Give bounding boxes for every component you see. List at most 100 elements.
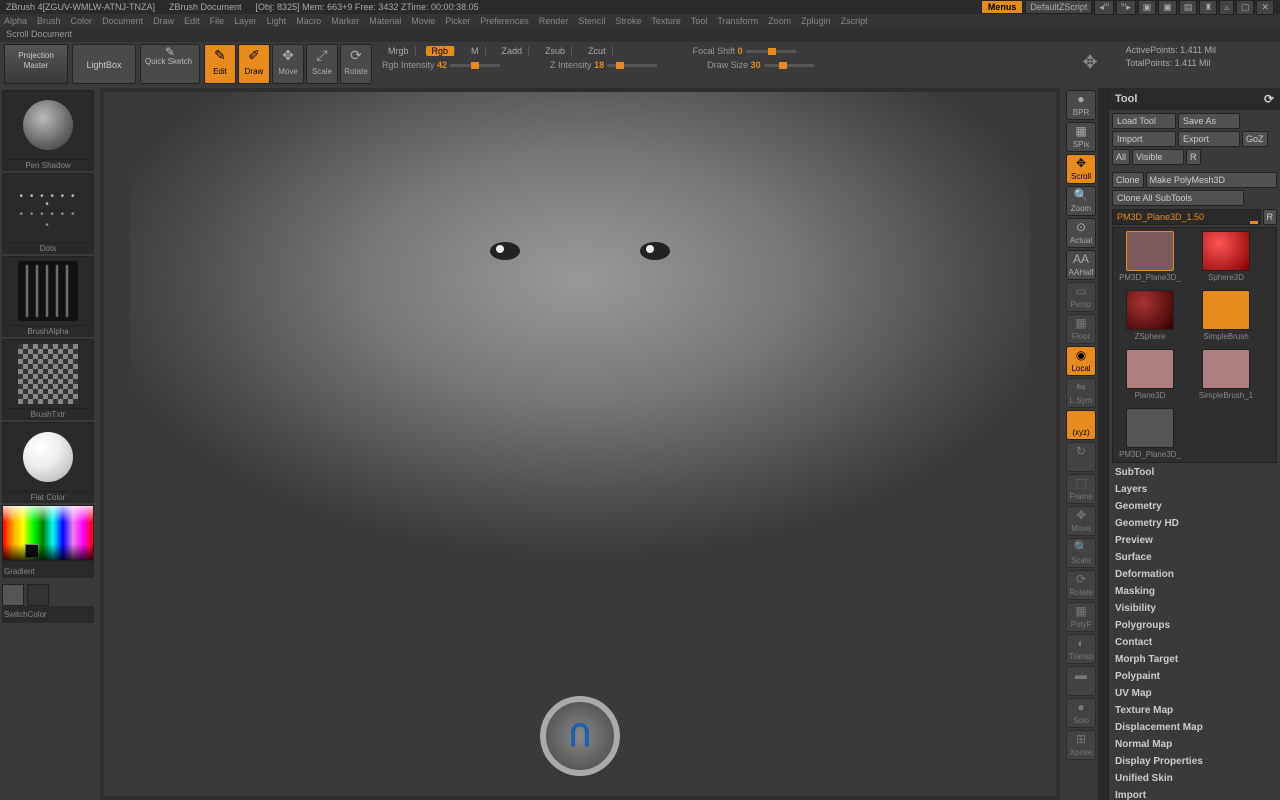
canvas[interactable]: ᑎ — [100, 88, 1060, 800]
focal-shift-slider[interactable]: Focal Shift 0 — [693, 46, 796, 56]
menu-movie[interactable]: Movie — [411, 16, 435, 26]
export-button[interactable]: Export — [1178, 131, 1240, 147]
clone-all-button[interactable]: Clone All SubTools — [1112, 190, 1244, 206]
tool-r-button[interactable]: R — [1263, 209, 1278, 225]
switchcolor-button[interactable]: SwitchColor — [2, 606, 94, 623]
rshelf-aahalf-button[interactable]: AAAAHalf — [1066, 250, 1096, 280]
quick-sketch-button[interactable]: Quick Sketch — [140, 44, 200, 84]
default-zscript[interactable]: DefaultZScript — [1025, 0, 1092, 14]
lightbox-button[interactable]: LightBox — [72, 44, 136, 84]
rshelf-bpr-button[interactable]: ●BPR — [1066, 90, 1096, 120]
section-surface[interactable]: Surface — [1115, 552, 1274, 563]
section-display-properties[interactable]: Display Properties — [1115, 756, 1274, 767]
goz-r-button[interactable]: R — [1186, 149, 1201, 165]
menu-alpha[interactable]: Alpha — [4, 16, 27, 26]
left-material-slot[interactable] — [2, 422, 94, 492]
menus-button[interactable]: Menus — [981, 0, 1024, 14]
section-geometry[interactable]: Geometry — [1115, 501, 1274, 512]
rshelf-move-button[interactable]: ✥Move — [1066, 506, 1096, 536]
rgb-toggle[interactable]: Rgb — [426, 46, 456, 56]
rshelf-transp-button[interactable]: ◐Transp — [1066, 634, 1096, 664]
scale-mode-button[interactable]: ⤢Scale — [306, 44, 338, 84]
menu-zplugin[interactable]: Zplugin — [801, 16, 831, 26]
zadd-toggle[interactable]: Zadd — [496, 46, 530, 56]
m-toggle[interactable]: M — [465, 46, 486, 56]
tool-thumb-0[interactable]: PM3D_Plane3D_ — [1116, 231, 1184, 282]
menu-brush[interactable]: Brush — [37, 16, 61, 26]
section-geometry-hd[interactable]: Geometry HD — [1115, 518, 1274, 529]
draw-size-slider[interactable]: Draw Size 30 — [707, 60, 814, 70]
mrgb-toggle[interactable]: Mrgb — [382, 46, 416, 56]
refresh-icon[interactable]: ⟳ — [1264, 92, 1274, 106]
menu-render[interactable]: Render — [539, 16, 569, 26]
zcut-toggle[interactable]: Zcut — [582, 46, 613, 56]
move-mode-button[interactable]: ✥Move — [272, 44, 304, 84]
section-preview[interactable]: Preview — [1115, 535, 1274, 546]
goz-all-button[interactable]: All — [1112, 149, 1130, 165]
rshelf-actual-button[interactable]: ⊙Actual — [1066, 218, 1096, 248]
section-normal-map[interactable]: Normal Map — [1115, 739, 1274, 750]
arrow-left-icon[interactable]: ◂ꞌꞌꞌ — [1094, 0, 1114, 15]
rshelf-xpose-button[interactable]: ⊞Xpose — [1066, 730, 1096, 760]
rshelf-persp-button[interactable]: ▭Persp — [1066, 282, 1096, 312]
projection-master-button[interactable]: Projection Master — [4, 44, 68, 84]
rshelf-lsym-button[interactable]: ⇋L.Sym — [1066, 378, 1096, 408]
tool-name-field[interactable]: PM3D_Plane3D_1.50 — [1112, 209, 1261, 225]
import-button[interactable]: Import — [1112, 131, 1176, 147]
titlebar-btn-3[interactable]: ▤ — [1179, 0, 1198, 15]
titlebar-btn-2[interactable]: ▣ — [1158, 0, 1177, 15]
rshelf-spix-button[interactable]: ▦SPix — [1066, 122, 1096, 152]
rshelf-solo-button[interactable]: ●Solo — [1066, 698, 1096, 728]
section-uv-map[interactable]: UV Map — [1115, 688, 1274, 699]
left-brush-slot[interactable] — [2, 90, 94, 160]
menu-light[interactable]: Light — [267, 16, 287, 26]
tool-thumb-2[interactable]: ZSphere — [1116, 290, 1184, 341]
menu-marker[interactable]: Marker — [331, 16, 359, 26]
menu-file[interactable]: File — [210, 16, 225, 26]
tool-thumb-6[interactable]: PM3D_Plane3D_ — [1116, 408, 1184, 459]
menu-draw[interactable]: Draw — [153, 16, 174, 26]
rshelf--button[interactable]: ↻ — [1066, 442, 1096, 472]
section-polygroups[interactable]: Polygroups — [1115, 620, 1274, 631]
rotate-mode-button[interactable]: ⟳Rotate — [340, 44, 372, 84]
gradient-swatch-0[interactable] — [2, 584, 24, 606]
section-visibility[interactable]: Visibility — [1115, 603, 1274, 614]
save-as-button[interactable]: Save As — [1178, 113, 1240, 129]
lock-icon[interactable]: ♜ — [1199, 0, 1217, 15]
move-gizmo-icon[interactable]: ✥ — [1080, 52, 1100, 72]
min-icon[interactable]: ▵ — [1219, 0, 1234, 15]
menu-macro[interactable]: Macro — [296, 16, 321, 26]
gradient-swatch-1[interactable] — [27, 584, 49, 606]
rshelf-floor-button[interactable]: ▦Floor — [1066, 314, 1096, 344]
goz-button[interactable]: GoZ — [1242, 131, 1268, 147]
close-icon[interactable]: ✕ — [1256, 0, 1274, 15]
rshelf--button[interactable]: ▬ — [1066, 666, 1096, 696]
menu-color[interactable]: Color — [71, 16, 93, 26]
tool-thumb-5[interactable]: SimpleBrush_1 — [1192, 349, 1260, 400]
clone-button[interactable]: Clone — [1112, 172, 1144, 188]
section-unified-skin[interactable]: Unified Skin — [1115, 773, 1274, 784]
menu-preferences[interactable]: Preferences — [480, 16, 529, 26]
menu-stroke[interactable]: Stroke — [615, 16, 641, 26]
edit-mode-button[interactable]: ✎Edit — [204, 44, 236, 84]
menu-picker[interactable]: Picker — [445, 16, 470, 26]
section-import[interactable]: Import — [1115, 790, 1274, 800]
left-alpha-slot[interactable] — [2, 256, 94, 326]
section-polypaint[interactable]: Polypaint — [1115, 671, 1274, 682]
goz-visible-button[interactable]: Visible — [1132, 149, 1184, 165]
z-intensity-slider[interactable]: Z Intensity 18 — [550, 60, 657, 70]
make-polymesh-button[interactable]: Make PolyMesh3D — [1146, 172, 1277, 188]
draw-mode-button[interactable]: ✐Draw — [238, 44, 270, 84]
rshelf-frame-button[interactable]: ⬚Frame — [1066, 474, 1096, 504]
menu-document[interactable]: Document — [102, 16, 143, 26]
tool-thumb-3[interactable]: SimpleBrush — [1192, 290, 1260, 341]
rgb-intensity-slider[interactable]: Rgb Intensity 42 — [382, 60, 500, 70]
max-icon[interactable]: ▢ — [1236, 0, 1255, 15]
section-layers[interactable]: Layers — [1115, 484, 1274, 495]
menu-transform[interactable]: Transform — [717, 16, 758, 26]
rshelf-xyz-button[interactable]: (xyz) — [1066, 410, 1096, 440]
section-texture-map[interactable]: Texture Map — [1115, 705, 1274, 716]
menu-material[interactable]: Material — [369, 16, 401, 26]
rshelf-local-button[interactable]: ◉Local — [1066, 346, 1096, 376]
menu-edit[interactable]: Edit — [184, 16, 200, 26]
